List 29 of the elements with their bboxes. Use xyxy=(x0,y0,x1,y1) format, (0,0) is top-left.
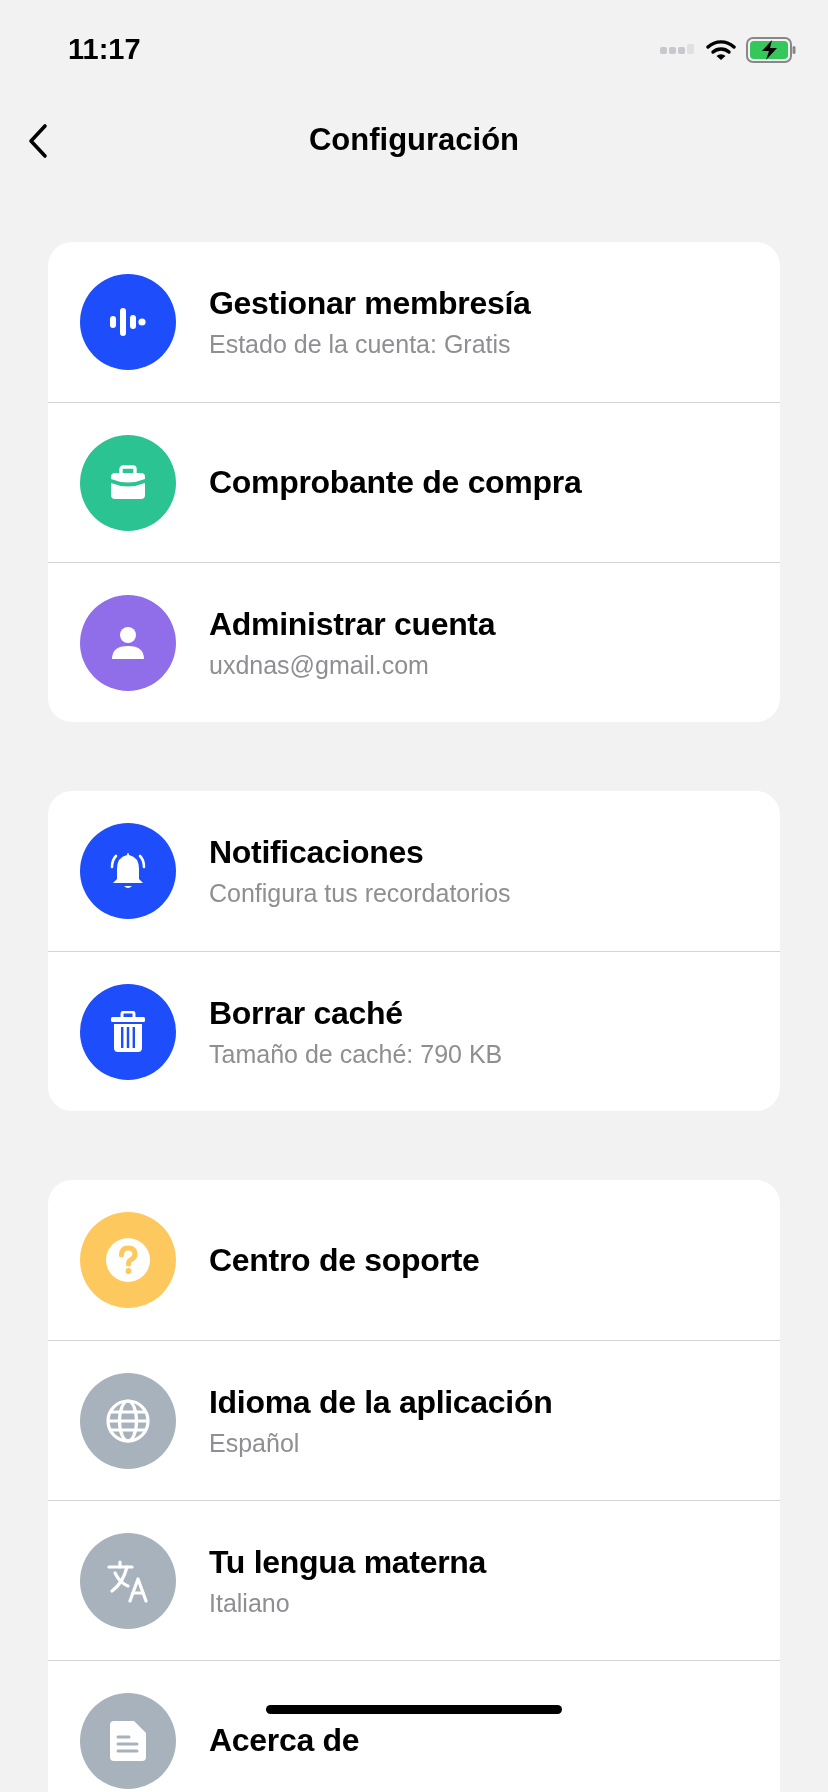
row-title: Comprobante de compra xyxy=(209,464,582,501)
row-subtitle: Tamaño de caché: 790 KB xyxy=(209,1039,503,1069)
settings-row[interactable]: Comprobante de compra xyxy=(48,402,780,562)
row-subtitle: Configura tus recordatorios xyxy=(209,879,511,908)
row-title: Acerca de xyxy=(209,1722,360,1759)
row-subtitle: uxdnas@gmail.com xyxy=(209,650,430,680)
settings-row[interactable]: Notificaciones Configura tus recordatorios xyxy=(48,791,780,951)
row-subtitle: Español xyxy=(209,1428,301,1458)
wifi-icon xyxy=(706,39,736,61)
row-title: Gestionar membresía xyxy=(209,285,531,322)
row-title: Idioma de la aplicación xyxy=(209,1383,553,1421)
settings-row[interactable]: Borrar caché Tamaño de caché: 790 KB xyxy=(48,951,780,1111)
settings-row[interactable]: Gestionar membresía Estado de la cuenta: Gratis xyxy=(48,242,780,402)
row-title: Borrar caché xyxy=(209,994,404,1032)
row-title: Administrar cuenta xyxy=(209,605,496,643)
row-title: Tu lengua materna xyxy=(209,1543,487,1581)
row-subtitle: Estado de la cuenta: Gratis xyxy=(209,330,512,359)
row-title: Notificaciones xyxy=(209,834,425,871)
status-time: 11:17 xyxy=(68,32,141,66)
settings-row[interactable]: Idioma de la aplicación Español xyxy=(48,1340,780,1500)
screen-title: Configuración xyxy=(308,122,520,158)
settings-row[interactable]: Administrar cuenta uxdnas@gmail.com xyxy=(48,562,780,722)
settings-row[interactable]: Centro de soporte xyxy=(48,1180,780,1340)
row-subtitle: Italiano xyxy=(209,1588,291,1618)
battery-icon xyxy=(746,37,796,63)
signal-icon xyxy=(660,44,696,56)
settings-row[interactable]: Tu lengua materna Italiano xyxy=(48,1500,780,1660)
row-title: Centro de soporte xyxy=(209,1241,480,1279)
back-button[interactable] xyxy=(26,122,50,160)
